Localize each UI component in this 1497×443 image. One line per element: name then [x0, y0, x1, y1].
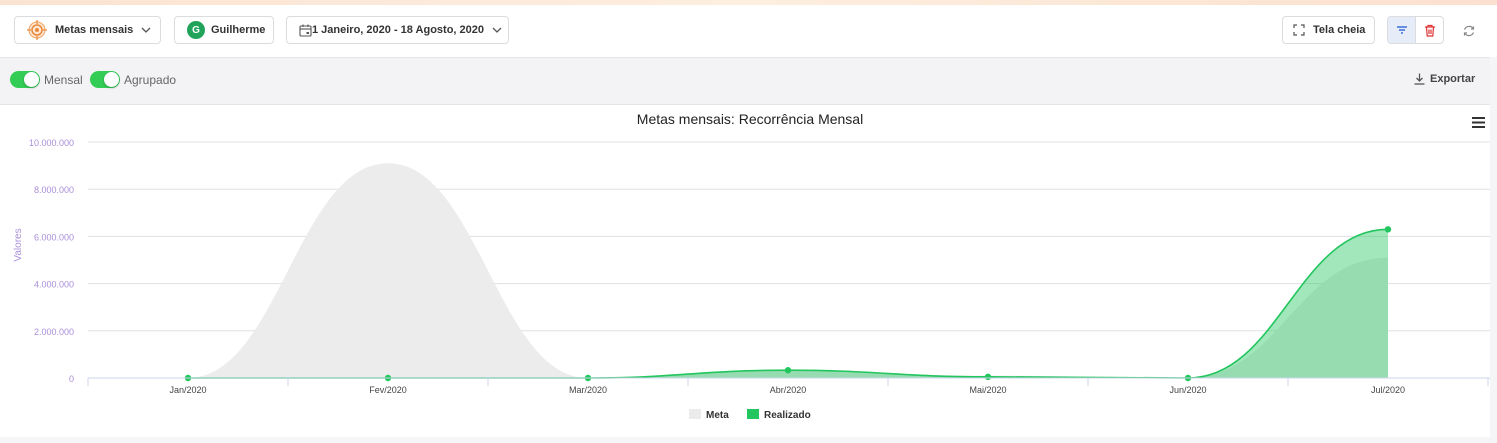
- scrollbar-track[interactable]: [1490, 57, 1497, 443]
- chevron-down-icon: [492, 24, 502, 36]
- user-button[interactable]: G Guilherme: [174, 16, 274, 44]
- export-label: Exportar: [1430, 73, 1476, 85]
- area-chart: Metas mensais: Recorrência Mensal Valore…: [13, 111, 1490, 421]
- options-bar: Mensal Agrupado Exportar: [0, 58, 1497, 105]
- trash-icon: [1424, 24, 1436, 37]
- series-areas: [184, 163, 1392, 382]
- x-tick-label: Fev/2020: [369, 385, 407, 395]
- legend-swatch: [689, 409, 701, 419]
- y-tick-label: 2.000.000: [34, 327, 74, 337]
- date-range-picker[interactable]: 1 Janeiro, 2020 - 18 Agosto, 2020: [286, 16, 509, 44]
- y-axis-label: Valores: [13, 228, 24, 261]
- toggle-agrupado-label: Agrupado: [124, 73, 177, 87]
- action-button-group: [1387, 16, 1444, 44]
- legend-swatch: [747, 409, 759, 419]
- toggle-knob: [24, 72, 39, 87]
- y-tick-label: 6.000.000: [34, 232, 74, 242]
- delete-button[interactable]: [1416, 17, 1443, 43]
- refresh-icon: [1462, 24, 1478, 38]
- date-range-label: 1 Janeiro, 2020 - 18 Agosto, 2020: [312, 24, 485, 36]
- chart-title: Metas mensais: Recorrência Mensal: [637, 111, 863, 127]
- realizado-point: [784, 367, 792, 374]
- user-name: Guilherme: [211, 24, 266, 36]
- calendar-icon: [299, 24, 312, 37]
- filter-button[interactable]: [1388, 17, 1416, 43]
- legend: Meta Realizado: [689, 409, 811, 421]
- x-tick-label: Mar/2020: [569, 385, 607, 395]
- metas-dropdown[interactable]: Metas mensais: [14, 16, 161, 44]
- download-icon: [1414, 73, 1425, 85]
- realizado-point: [984, 373, 992, 381]
- hamburger-menu-icon[interactable]: [1470, 115, 1486, 131]
- toggle-knob: [104, 72, 119, 87]
- series-meta-area: [188, 163, 1388, 378]
- target-icon: [27, 20, 47, 40]
- toggle-mensal[interactable]: [10, 71, 40, 88]
- expand-icon: [1293, 24, 1305, 36]
- refresh-button[interactable]: [1462, 24, 1478, 40]
- toggle-agrupado[interactable]: [90, 71, 120, 88]
- chevron-down-icon: [141, 24, 151, 36]
- avatar: G: [187, 21, 205, 39]
- x-tick-label: Jan/2020: [169, 385, 206, 395]
- export-button[interactable]: Exportar: [1414, 73, 1475, 85]
- chart-panel: Metas mensais: Recorrência Mensal Valore…: [0, 105, 1490, 437]
- y-tick-label: 8.000.000: [34, 185, 74, 195]
- legend-label: Realizado: [764, 410, 811, 421]
- x-tick-label: Jul/2020: [1371, 385, 1405, 395]
- realizado-point: [1384, 226, 1392, 233]
- filter-icon: [1396, 25, 1408, 35]
- x-tick-label: Abr/2020: [770, 385, 807, 395]
- fullscreen-label: Tela cheia: [1313, 24, 1366, 36]
- y-tick-label: 4.000.000: [34, 280, 74, 290]
- toggle-mensal-label: Mensal: [44, 73, 83, 87]
- x-tick-label: Mai/2020: [969, 385, 1006, 395]
- legend-label: Meta: [706, 410, 729, 421]
- fullscreen-button[interactable]: Tela cheia: [1282, 16, 1375, 44]
- toolbar: Metas mensais G Guilherme 1 Janeiro, 202…: [0, 5, 1497, 58]
- x-tick-label: Jun/2020: [1169, 385, 1206, 395]
- metas-label: Metas mensais: [55, 24, 134, 36]
- y-tick-label: 10.000.000: [29, 138, 74, 148]
- y-tick-label: 0: [69, 374, 74, 384]
